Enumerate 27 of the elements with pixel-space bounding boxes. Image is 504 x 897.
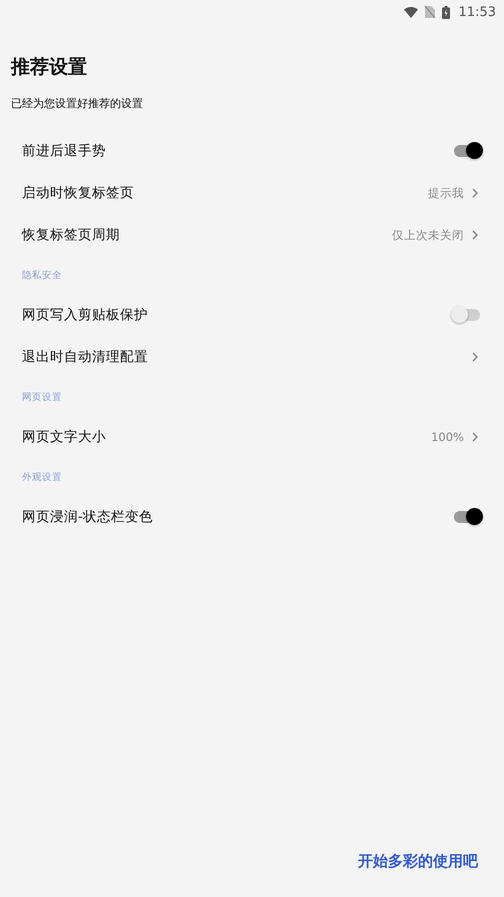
section-header: 隐私安全	[21, 268, 63, 282]
chevron-right-icon[interactable]	[472, 230, 478, 240]
setting-label: 启动时恢复标签页	[22, 184, 134, 202]
chevron-right-icon[interactable]	[472, 188, 478, 198]
toggle-switch[interactable]	[454, 309, 480, 321]
page-title: 推荐设置	[11, 55, 88, 79]
setting-value: 100%	[431, 430, 464, 444]
chevron-right-icon[interactable]	[472, 432, 478, 442]
toggle-switch[interactable]	[454, 511, 480, 523]
setting-label: 前进后退手势	[22, 142, 106, 160]
section-header: 外观设置	[21, 470, 63, 484]
chevron-right-icon[interactable]	[472, 352, 478, 362]
setting-label: 退出时自动清理配置	[22, 348, 148, 366]
setting-label: 网页写入剪贴板保护	[22, 306, 148, 324]
page-subtitle: 已经为您设置好推荐的设置	[11, 96, 144, 112]
no-sim-icon	[424, 6, 435, 18]
toggle-switch[interactable]	[454, 145, 480, 157]
clock-time: 11:53	[458, 4, 496, 20]
setting-label: 网页文字大小	[22, 428, 106, 446]
setting-label: 恢复标签页周期	[22, 226, 120, 244]
setting-value: 提示我	[428, 186, 464, 200]
section-header: 网页设置	[21, 390, 63, 404]
setting-value: 仅上次未关闭	[392, 228, 464, 242]
setting-label: 网页浸润-状态栏变色	[22, 508, 153, 526]
battery-icon	[442, 6, 450, 18]
start-button[interactable]: 开始多彩的使用吧	[358, 851, 478, 871]
wifi-icon	[404, 6, 418, 18]
